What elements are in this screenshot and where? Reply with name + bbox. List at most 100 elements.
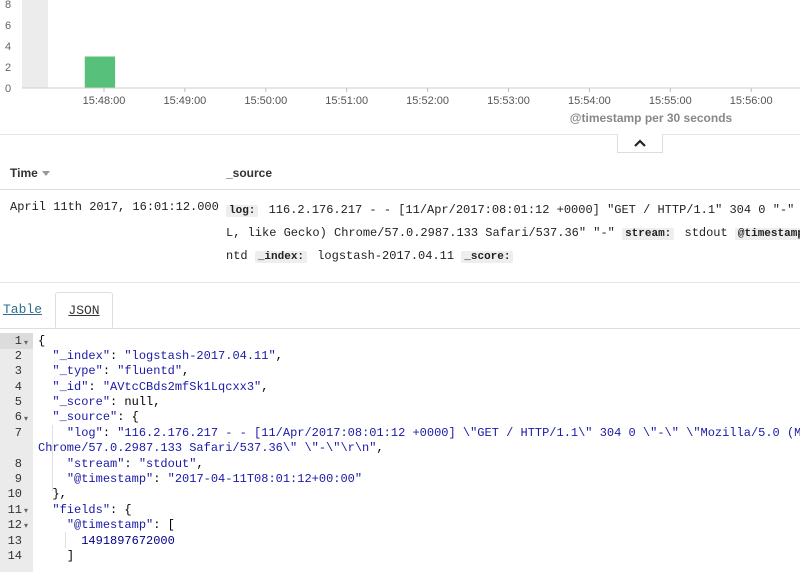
source-line-2: L, like Gecko) Chrome/57.0.2987.133 Safa… [226,226,800,240]
line-number: 4 [14,380,22,394]
x-tick-label: 15:50:00 [244,95,287,107]
field-key-log: log: [226,205,259,217]
divider [0,134,800,135]
json-value: "2017-04-11T08:01:12+00:00" [167,472,363,486]
code-line-8[interactable]: "stream": "stdout", [38,457,204,471]
x-tick-label: 15:53:00 [487,95,530,107]
x-tick-label: 15:54:00 [568,95,611,107]
field-value-stream: stdout [677,226,735,240]
row-time: April 11th 2017, 16:01:12.000 [10,200,219,214]
x-tick-label: 15:48:00 [83,95,126,107]
code-line-2[interactable]: "_index": "logstash-2017.04.11", [38,349,282,363]
field-key-index: _index: [254,251,308,263]
sort-caret-icon[interactable] [41,171,50,177]
line-number: 9 [14,472,22,486]
collapse-chart-button[interactable] [617,134,663,153]
line-number: 11 [7,503,22,517]
json-key: "_score" [52,395,111,409]
code-line-14[interactable]: ] [38,549,74,563]
json-value: "stdout" [138,457,197,471]
divider [0,282,800,283]
code-line-6[interactable]: "_source": { [38,410,139,424]
field-value-log-cont: L, like Gecko) Chrome/57.0.2987.133 Safa… [226,226,623,240]
column-header-time[interactable]: Time [10,166,50,180]
json-key: "@timestamp" [66,518,154,532]
code-line-11[interactable]: "fields": { [38,503,132,517]
source-line-1: log: 116.2.176.217 - - [11/Apr/2017:08:0… [226,203,800,217]
code-line-5[interactable]: "_score": null, [38,395,160,409]
fold-arrow-icon[interactable]: ▾ [24,506,28,515]
code-line-12[interactable]: "@timestamp": [ [38,518,175,532]
tab-table[interactable]: Table [0,292,46,338]
json-value-wrapped: Chrome/57.0.2987.133 Safari/537.36\" \"-… [38,441,377,455]
json-key: "stream" [66,457,125,471]
tab-bar-line [0,328,800,329]
code-line-4[interactable]: "_id": "AVtcCBds2mfSk1Lqcxx3", [38,380,268,394]
field-key-score: _score: [461,251,514,263]
field-value-type-cont: ntd [226,249,255,263]
brace-close: }, [52,487,67,501]
json-value: "logstash-2017.04.11" [124,349,276,363]
field-key-stream: stream: [622,228,675,240]
field-value-index: logstash-2017.04.11 [310,249,462,263]
x-axis-caption: @timestamp per 30 seconds [569,111,733,125]
json-number: 1491897672000 [81,534,175,548]
fold-arrow-icon[interactable]: ▾ [24,338,28,347]
y-tick-label: 8 [5,0,11,11]
code-line-3[interactable]: "_type": "fluentd", [38,364,189,378]
line-number: 13 [7,534,22,548]
field-value-log: 116.2.176.217 - - [11/Apr/2017:08:01:12 … [261,203,800,217]
source-line-3: ntd _index: logstash-2017.04.11 _score: [226,249,516,263]
json-value: "116.2.176.217 - - [11/Apr/2017:08:01:12… [117,426,800,440]
line-number: 7 [14,426,22,440]
code-line-9[interactable]: "@timestamp": "2017-04-11T08:01:12+00:00… [38,472,362,486]
column-header-source: _source [226,166,273,180]
y-tick-label: 2 [5,62,11,74]
brace-open: { [38,334,46,348]
x-tick-label: 15:56:00 [730,95,773,107]
y-tick-label: 6 [5,20,11,32]
histogram-bar[interactable] [84,56,116,89]
json-value: null [124,395,154,409]
column-header-time-label: Time [10,166,38,180]
code-line-13[interactable]: 1491897672000 [38,534,175,548]
json-key: "fields" [52,503,111,517]
field-key-timestamp: @timestamp: [734,228,800,240]
brace-open: { [124,503,132,517]
line-number: 8 [14,457,22,471]
line-number: 2 [14,349,22,363]
bracket-close: ] [66,549,75,563]
brace-open: { [131,410,139,424]
fold-arrow-icon[interactable]: ▾ [24,414,28,423]
code-line-10[interactable]: }, [38,487,67,501]
json-key: "@timestamp" [66,472,154,486]
x-tick-label: 15:52:00 [406,95,449,107]
json-key: "_id" [52,380,89,394]
line-number: 1 [14,334,22,348]
line-number: 6 [14,410,22,424]
y-tick-label: 4 [5,41,11,53]
divider [0,189,800,190]
code-line-1[interactable]: { [38,334,45,348]
line-number: 3 [14,364,22,378]
json-key: "_source" [52,410,118,424]
x-tick-label: 15:51:00 [325,95,368,107]
json-value: "fluentd" [117,364,183,378]
fold-arrow-icon[interactable]: ▾ [24,521,28,530]
x-tick-label: 15:55:00 [649,95,692,107]
line-number: 14 [7,549,22,563]
json-value: "AVtcCBds2mfSk1Lqcxx3" [102,380,262,394]
tab-json[interactable]: JSON [55,292,113,328]
code-line-7-wrap[interactable]: Chrome/57.0.2987.133 Safari/537.36\" \"-… [38,441,384,455]
json-key: "log" [66,426,103,440]
json-key: "_index" [52,349,111,363]
line-number: 5 [14,395,22,409]
line-number: 12 [7,518,22,532]
x-tick-label: 15:49:00 [163,95,206,107]
plot-highlight-band [22,0,48,88]
y-tick-label: 0 [5,83,11,95]
line-number: 10 [7,487,22,501]
code-line-7[interactable]: "log": "116.2.176.217 - - [11/Apr/2017:0… [38,426,800,440]
chevron-up-icon [634,134,646,152]
json-key: "_type" [52,364,103,378]
